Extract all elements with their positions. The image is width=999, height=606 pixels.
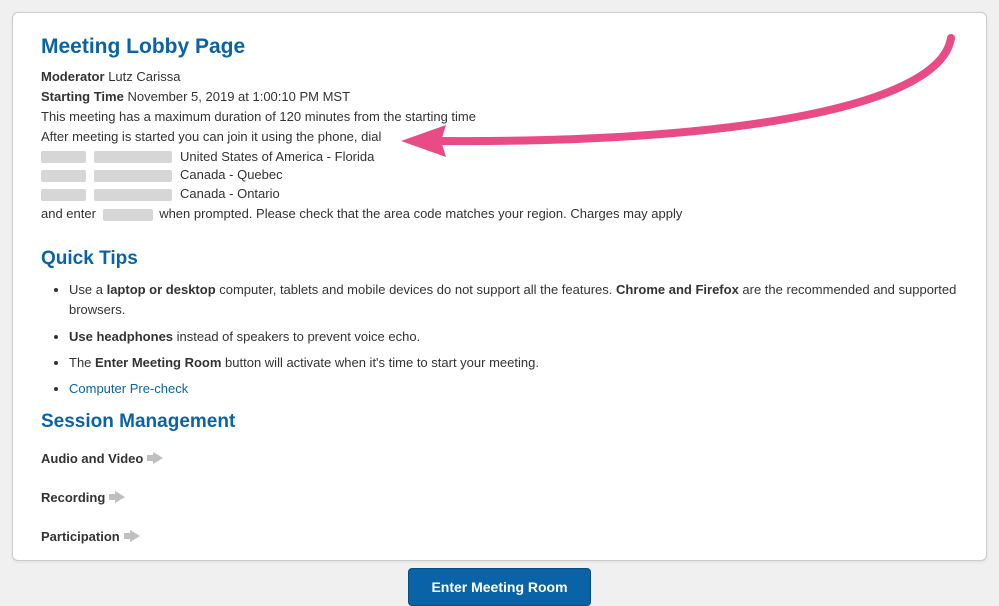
- duration-note: This meeting has a maximum duration of 1…: [41, 107, 958, 127]
- arrow-right-icon: [115, 491, 125, 503]
- redacted-number: [94, 151, 172, 163]
- enter-meeting-button[interactable]: Enter Meeting Room: [408, 568, 590, 606]
- session-item-label: Audio and Video: [41, 451, 143, 466]
- tip-item: Use headphones instead of speakers to pr…: [69, 327, 958, 347]
- moderator-label: Moderator: [41, 69, 105, 84]
- lobby-card: Meeting Lobby Page Moderator Lutz Cariss…: [12, 12, 987, 561]
- pin-suffix: when prompted. Please check that the are…: [159, 206, 682, 221]
- pin-line: and enter when prompted. Please check th…: [41, 204, 958, 224]
- arrow-right-icon: [153, 452, 163, 464]
- start-time-label: Starting Time: [41, 89, 124, 104]
- start-time-line: Starting Time November 5, 2019 at 1:00:1…: [41, 87, 958, 107]
- redacted-number: [94, 170, 172, 182]
- tip-item: Use a laptop or desktop computer, tablet…: [69, 280, 958, 320]
- session-item-label: Recording: [41, 490, 105, 505]
- redacted-pin: [103, 209, 153, 221]
- tip-item: Computer Pre-check: [69, 379, 958, 399]
- pin-prefix: and enter: [41, 206, 96, 221]
- page-title: Meeting Lobby Page: [41, 35, 958, 59]
- moderator-value: Lutz Carissa: [108, 69, 180, 84]
- dial-region: Canada - Ontario: [180, 185, 280, 204]
- dial-row: United States of America - Florida: [41, 148, 958, 167]
- moderator-line: Moderator Lutz Carissa: [41, 67, 958, 87]
- dial-region: United States of America - Florida: [180, 148, 374, 167]
- tip-item: The Enter Meeting Room button will activ…: [69, 353, 958, 373]
- dial-list: United States of America - Florida Canad…: [41, 148, 958, 205]
- session-participation[interactable]: Participation: [41, 529, 958, 544]
- quick-tips-heading: Quick Tips: [41, 248, 958, 270]
- session-mgmt-heading: Session Management: [41, 411, 958, 433]
- session-audio-video[interactable]: Audio and Video: [41, 451, 958, 466]
- dial-row: Canada - Quebec: [41, 166, 958, 185]
- dial-row: Canada - Ontario: [41, 185, 958, 204]
- start-time-value: November 5, 2019 at 1:00:10 PM MST: [127, 89, 350, 104]
- precheck-link[interactable]: Computer Pre-check: [69, 381, 188, 396]
- arrow-right-icon: [130, 530, 140, 542]
- redacted-number: [41, 151, 86, 163]
- tips-list: Use a laptop or desktop computer, tablet…: [41, 280, 958, 399]
- redacted-number: [41, 170, 86, 182]
- session-recording[interactable]: Recording: [41, 490, 958, 505]
- dial-region: Canada - Quebec: [180, 166, 283, 185]
- redacted-number: [41, 189, 86, 201]
- session-item-label: Participation: [41, 529, 120, 544]
- redacted-number: [94, 189, 172, 201]
- dial-intro: After meeting is started you can join it…: [41, 127, 958, 147]
